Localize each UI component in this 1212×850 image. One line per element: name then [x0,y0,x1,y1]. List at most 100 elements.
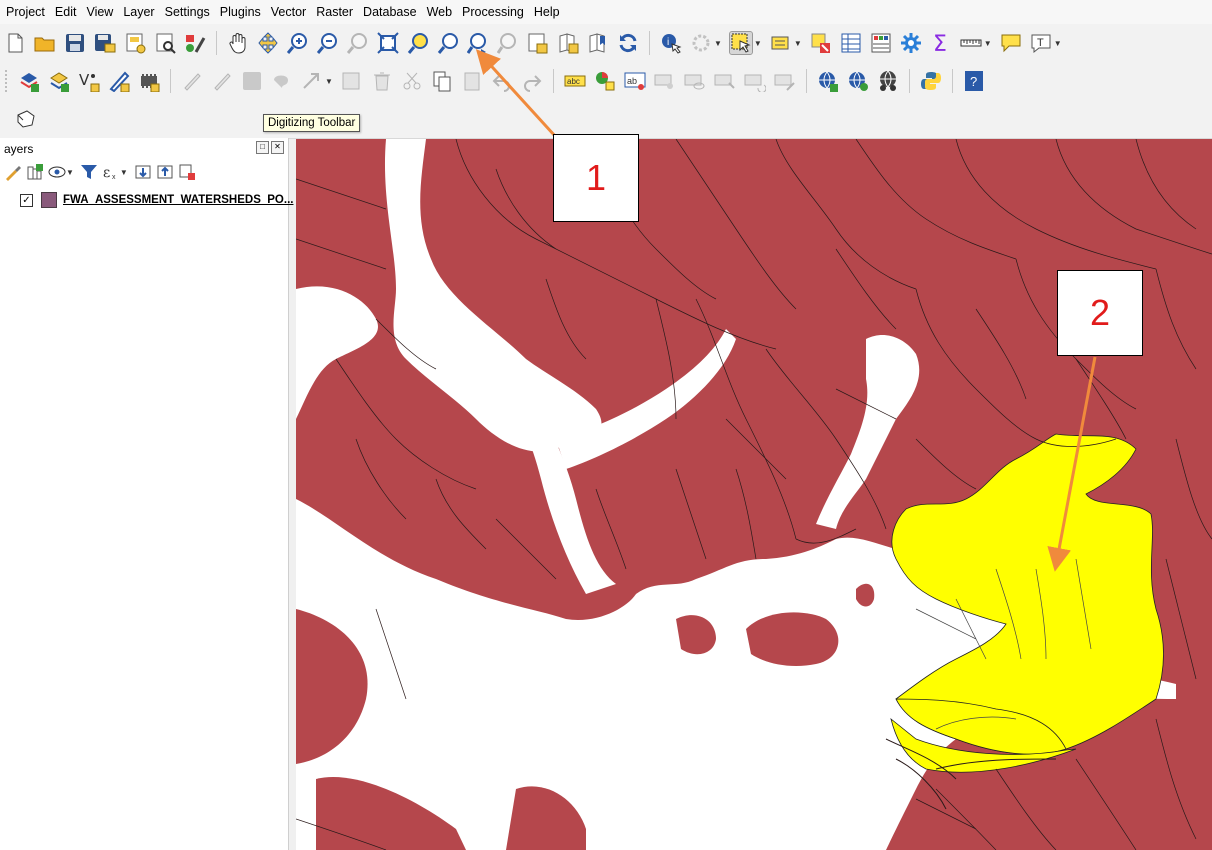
style-layer-icon[interactable] [4,163,22,181]
layer-visibility-checkbox[interactable]: ✓ [20,193,33,207]
menu-plugins[interactable]: Plugins [215,5,266,19]
chevron-down-icon[interactable]: ▼ [794,39,802,48]
run-action-icon[interactable] [690,32,712,54]
zoom-to-layer-icon[interactable] [437,32,459,54]
digitize-pen-icon[interactable] [108,70,130,92]
add-wms-layer-icon[interactable] [817,70,839,92]
collapse-all-icon[interactable] [156,163,174,181]
layer-name[interactable]: FWA_ASSESSMENT_WATERSHEDS_PO... [63,194,293,206]
zoom-next-icon[interactable] [497,32,519,54]
zoom-to-selection-icon[interactable] [407,32,429,54]
current-edits-icon[interactable] [181,70,203,92]
processing-toolbox-icon[interactable] [900,32,922,54]
chevron-down-icon[interactable]: ▼ [984,39,992,48]
pan-to-selection-icon[interactable] [257,32,279,54]
new-print-layout-icon[interactable] [124,32,146,54]
label-abc-icon[interactable]: abc [564,70,586,92]
menu-edit[interactable]: Edit [50,5,82,19]
pan-hand-icon[interactable] [227,32,249,54]
refresh-icon[interactable] [617,32,639,54]
zoom-in-icon[interactable] [287,32,309,54]
filter-legend-icon[interactable] [80,163,98,181]
help-icon[interactable]: ? [963,70,985,92]
toolbar-separator [649,31,650,55]
toolbar-handle[interactable] [4,69,8,93]
copy-features-icon[interactable] [431,70,453,92]
menu-web[interactable]: Web [422,5,457,19]
add-wfs-layer-icon[interactable] [877,70,899,92]
cut-features-icon[interactable] [401,70,423,92]
remove-layer-icon[interactable] [178,163,196,181]
temporary-layer-icon[interactable] [138,70,160,92]
delete-selected-icon[interactable] [371,70,393,92]
undo-icon[interactable] [491,70,513,92]
save-as-icon[interactable] [94,32,116,54]
menu-settings[interactable]: Settings [160,5,215,19]
field-calculator-icon[interactable] [870,32,892,54]
menu-vector[interactable]: Vector [266,5,311,19]
deselect-all-icon[interactable] [810,32,832,54]
change-label-icon[interactable] [774,70,796,92]
expand-all-icon[interactable] [134,163,152,181]
chevron-down-icon[interactable]: ▼ [120,168,128,177]
zoom-out-icon[interactable] [317,32,339,54]
save-edits-icon[interactable] [241,70,263,92]
identify-icon[interactable]: i [660,32,682,54]
chevron-down-icon[interactable]: ▼ [714,39,722,48]
chevron-down-icon[interactable]: ▼ [66,168,74,177]
menu-raster[interactable]: Raster [311,5,358,19]
new-project-icon[interactable] [4,32,26,54]
menu-view[interactable]: View [81,5,118,19]
layer-item[interactable]: ✓ FWA_ASSESSMENT_WATERSHEDS_PO... [20,192,293,208]
new-map-view-icon[interactable] [527,32,549,54]
text-annotation-icon[interactable]: T [1030,32,1052,54]
save-project-icon[interactable] [64,32,86,54]
statistical-summary-icon[interactable]: Σ [930,32,952,54]
chevron-down-icon[interactable]: ▼ [1054,39,1062,48]
zoom-last-icon[interactable] [467,32,489,54]
map-tips-icon[interactable] [1000,32,1022,54]
open-project-icon[interactable] [34,32,56,54]
measure-icon[interactable] [960,32,982,54]
paste-features-icon[interactable] [461,70,483,92]
move-label-icon[interactable] [714,70,736,92]
pin-labels-icon[interactable] [654,70,676,92]
highlight-pinned-labels-icon[interactable]: ab [624,70,646,92]
modify-attributes-icon[interactable] [341,70,363,92]
attribute-table-icon[interactable] [840,32,862,54]
manage-visibility-icon[interactable] [48,163,66,181]
rotate-label-icon[interactable] [744,70,766,92]
menu-help[interactable]: Help [529,5,565,19]
python-console-icon[interactable] [920,70,942,92]
add-feature-icon[interactable] [271,70,293,92]
chevron-down-icon[interactable]: ▼ [754,39,762,48]
menu-layer[interactable]: Layer [118,5,159,19]
show-hide-labels-icon[interactable] [684,70,706,92]
vertex-tool-icon[interactable] [301,70,323,92]
select-by-value-icon[interactable] [770,32,792,54]
toggle-editing-icon[interactable] [211,70,233,92]
menu-project[interactable]: Project [0,5,50,19]
zoom-full-icon[interactable] [377,32,399,54]
layer-diagram-icon[interactable] [594,70,616,92]
float-panel-icon[interactable]: □ [256,141,269,154]
new-shapefile-icon[interactable]: V [78,70,100,92]
add-group-icon[interactable] [26,163,44,181]
add-vector-layer-icon[interactable] [18,70,40,92]
filter-expression-icon[interactable]: εx [102,163,120,181]
chevron-down-icon[interactable]: ▼ [325,77,333,86]
select-features-icon[interactable] [728,31,753,55]
redo-icon[interactable] [521,70,543,92]
new-spatial-bookmark-icon[interactable] [587,32,609,54]
map-canvas[interactable] [296,139,1212,850]
new-3d-map-icon[interactable] [557,32,579,54]
style-manager-icon[interactable] [184,32,206,54]
zoom-native-icon[interactable] [347,32,369,54]
add-raster-layer-icon[interactable] [48,70,70,92]
layout-manager-icon[interactable] [154,32,176,54]
close-panel-icon[interactable]: ✕ [271,141,284,154]
add-wcs-layer-icon[interactable] [847,70,869,92]
add-ring-icon[interactable] [14,108,36,130]
menu-database[interactable]: Database [358,5,422,19]
menu-processing[interactable]: Processing [457,5,529,19]
